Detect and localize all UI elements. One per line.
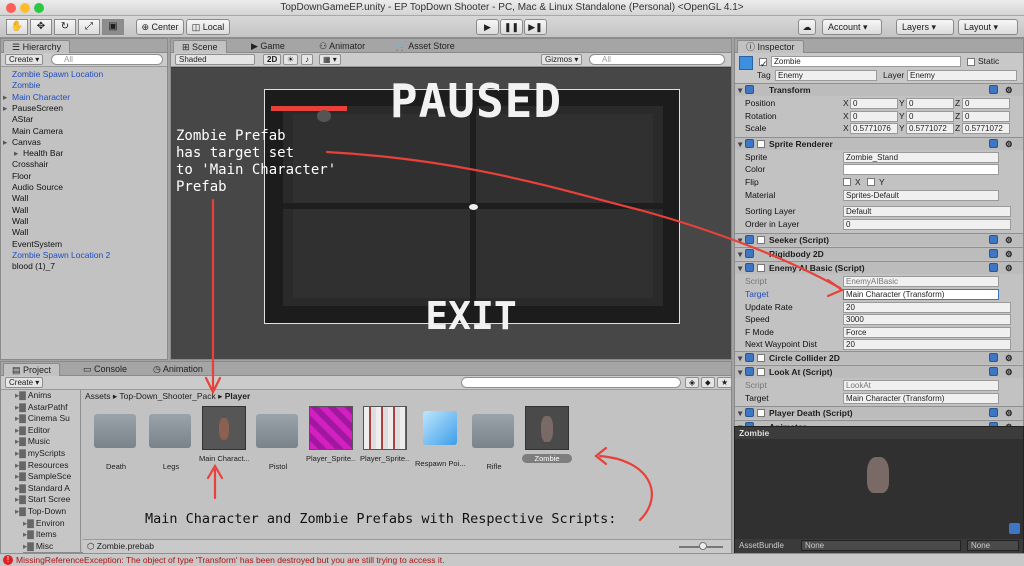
arrow-curve-head <box>826 278 845 298</box>
arrow-curve-line <box>325 150 842 290</box>
arrow-hook-line <box>598 454 653 522</box>
annotation-arrows <box>204 150 845 522</box>
